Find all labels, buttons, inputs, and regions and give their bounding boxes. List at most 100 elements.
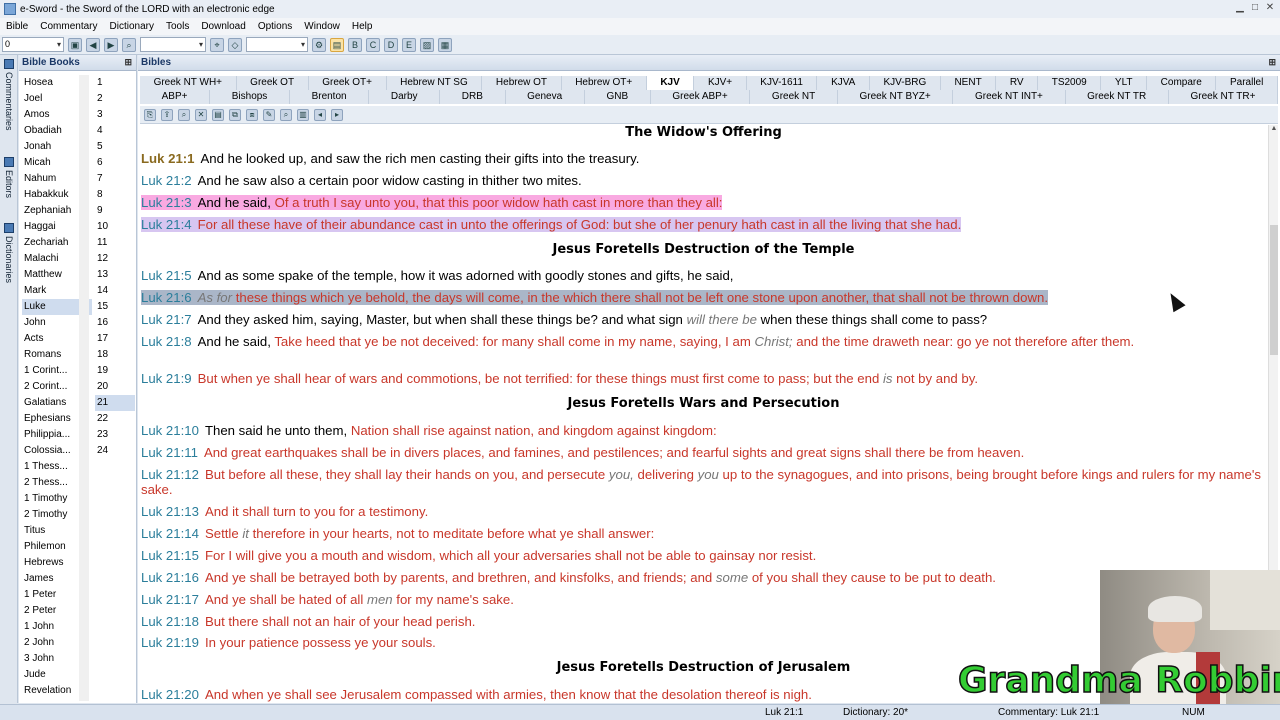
translation-tab[interactable]: KJV xyxy=(646,76,695,90)
chapter-item[interactable]: 12 xyxy=(95,251,135,267)
chapter-item[interactable]: 13 xyxy=(95,267,135,283)
parallel-icon[interactable]: ⧉ xyxy=(229,108,241,121)
verse-row[interactable]: Luk 21:7 And they asked him, saying, Mast… xyxy=(141,312,1263,327)
pin-icon[interactable]: ⊞ xyxy=(124,57,132,68)
menu-bible[interactable]: Bible xyxy=(0,21,34,32)
dictionaries-tab[interactable]: Dictionaries xyxy=(2,223,16,283)
commentaries-tab[interactable]: Commentaries xyxy=(2,59,16,131)
layout-2-icon[interactable]: B xyxy=(348,37,362,52)
copy-icon[interactable]: ⎘ xyxy=(144,108,156,121)
translation-tab[interactable]: Greek OT+ xyxy=(309,76,387,90)
minimize-icon[interactable]: ▁ xyxy=(1234,2,1246,14)
translation-tab[interactable]: Hebrew OT+ xyxy=(562,76,647,90)
chapter-item[interactable]: 4 xyxy=(95,123,135,139)
settings-icon[interactable]: ⚙ xyxy=(312,37,326,52)
sync-icon[interactable]: ▣ xyxy=(68,37,82,52)
translation-tab[interactable]: KJV+ xyxy=(694,76,747,90)
chapter-item[interactable]: 21 xyxy=(95,395,135,411)
chapter-item[interactable]: 6 xyxy=(95,155,135,171)
zoom-icon[interactable]: ⌕ xyxy=(280,108,292,121)
verse-row[interactable]: Luk 21:11 And great earthquakes shall be … xyxy=(141,445,1263,460)
menu-tools[interactable]: Tools xyxy=(160,21,195,32)
translation-tab[interactable]: TS2009 xyxy=(1038,76,1102,90)
chapter-item[interactable]: 23 xyxy=(95,427,135,443)
chapter-item[interactable]: 22 xyxy=(95,411,135,427)
verse-row[interactable]: Luk 21:12 But before all these, they shal… xyxy=(141,467,1263,497)
chapter-item[interactable]: 15 xyxy=(95,299,135,315)
translation-tab[interactable]: YLT xyxy=(1101,76,1148,90)
translation-tab[interactable]: GNB xyxy=(585,90,651,104)
search-icon[interactable]: ⌕ xyxy=(178,108,190,121)
verse-row[interactable]: Luk 21:5 And as some spake of the temple,… xyxy=(141,268,1263,283)
menu-window[interactable]: Window xyxy=(298,21,346,32)
back-icon[interactable]: ◀ xyxy=(86,37,100,52)
scroll-up-icon[interactable]: ▲ xyxy=(1269,125,1279,135)
search-combo[interactable] xyxy=(140,37,206,52)
chapter-item[interactable]: 8 xyxy=(95,187,135,203)
verse-row[interactable]: Luk 21:1 And he looked up, and saw the ri… xyxy=(141,151,1263,166)
verse-row[interactable]: Luk 21:2 And he saw also a certain poor w… xyxy=(141,173,1263,188)
scroll-thumb[interactable] xyxy=(1270,225,1278,355)
forward-icon[interactable]: ▶ xyxy=(104,37,118,52)
translation-tab[interactable]: KJV-1611 xyxy=(747,76,818,90)
chapter-item[interactable]: 17 xyxy=(95,331,135,347)
export-icon[interactable]: ⇪ xyxy=(161,108,173,121)
verse-row[interactable]: Luk 21:8 And he said, Take heed that ye b… xyxy=(141,334,1263,349)
menu-download[interactable]: Download xyxy=(195,21,251,32)
chapter-item[interactable]: 19 xyxy=(95,363,135,379)
translation-tab[interactable]: Darby xyxy=(369,90,441,104)
translation-tab[interactable]: Brenton xyxy=(290,90,370,104)
chapter-item[interactable]: 11 xyxy=(95,235,135,251)
translation-tab[interactable]: Compare xyxy=(1147,76,1217,90)
chapter-item[interactable]: 24 xyxy=(95,443,135,459)
picture-icon[interactable]: ▨ xyxy=(420,37,434,52)
verse-row[interactable]: Luk 21:3 And he said, Of a truth I say un… xyxy=(141,195,1263,210)
chapter-item[interactable]: 18 xyxy=(95,347,135,363)
translation-tab[interactable]: RV xyxy=(996,76,1039,90)
translation-tab[interactable]: ABP+ xyxy=(140,90,211,104)
layout-5-icon[interactable]: E xyxy=(402,37,416,52)
chapter-item[interactable]: 5 xyxy=(95,139,135,155)
chapter-item[interactable]: 16 xyxy=(95,315,135,331)
eraser-icon[interactable]: ◇ xyxy=(228,37,242,52)
layout-3-icon[interactable]: C xyxy=(366,37,380,52)
verse-row[interactable]: Luk 21:6 As for these things which ye beh… xyxy=(141,290,1263,305)
editors-tab[interactable]: Editors xyxy=(2,157,16,198)
compare-icon[interactable]: ⧈ xyxy=(246,108,258,121)
translation-tab[interactable]: Parallel xyxy=(1216,76,1278,90)
verse-row[interactable]: Luk 21:15 For I will give you a mouth and… xyxy=(141,548,1263,563)
verse-row[interactable]: Luk 21:9 But when ye shall hear of wars a… xyxy=(141,371,1263,386)
pin-icon[interactable]: ⊞ xyxy=(1268,57,1276,68)
verse-row[interactable]: Luk 21:10 Then said he unto them, Nation … xyxy=(141,423,1263,438)
verse-row[interactable]: Luk 21:19 In your patience possess ye you… xyxy=(141,635,1263,650)
translation-tab[interactable]: Greek NT INT+ xyxy=(953,90,1066,104)
next-chapter-icon[interactable]: ▸ xyxy=(331,108,343,121)
chapter-item[interactable]: 7 xyxy=(95,171,135,187)
chapter-item[interactable]: 1 xyxy=(95,75,135,91)
chapter-item[interactable]: 2 xyxy=(95,91,135,107)
highlight-combo[interactable] xyxy=(246,37,308,52)
translation-tab[interactable]: Greek NT TR+ xyxy=(1169,90,1279,104)
search-icon[interactable]: ⌕ xyxy=(122,37,136,52)
translation-tab[interactable]: Greek NT TR xyxy=(1066,90,1169,104)
translation-tab[interactable]: Bishops xyxy=(210,90,290,104)
close-icon[interactable]: ✕ xyxy=(1264,2,1276,14)
translation-tab[interactable]: NENT xyxy=(941,76,997,90)
grid-icon[interactable]: ▦ xyxy=(438,37,452,52)
find-icon[interactable]: ⌖ xyxy=(210,37,224,52)
chapter-item[interactable]: 10 xyxy=(95,219,135,235)
verse-row[interactable]: Luk 21:18 But there shall not an hair of … xyxy=(141,614,1263,629)
chapter-item[interactable]: 3 xyxy=(95,107,135,123)
menu-dictionary[interactable]: Dictionary xyxy=(104,21,160,32)
verse-row[interactable]: Luk 21:17 And ye shall be hated of all me… xyxy=(141,592,1263,607)
translation-tab[interactable]: KJV-BRG xyxy=(870,76,941,90)
chapter-item[interactable]: 14 xyxy=(95,283,135,299)
clear-icon[interactable]: ✕ xyxy=(195,108,207,121)
translation-tab[interactable]: Greek NT WH+ xyxy=(140,76,237,90)
layout-1-icon[interactable]: ▤ xyxy=(330,37,344,52)
translation-tab[interactable]: Hebrew NT SG xyxy=(387,76,483,90)
verse-row[interactable]: Luk 21:13 And it shall turn to you for a … xyxy=(141,504,1263,519)
book-scrollbar[interactable] xyxy=(79,75,89,701)
menu-options[interactable]: Options xyxy=(252,21,298,32)
verse-combo[interactable]: 0 xyxy=(2,37,64,52)
